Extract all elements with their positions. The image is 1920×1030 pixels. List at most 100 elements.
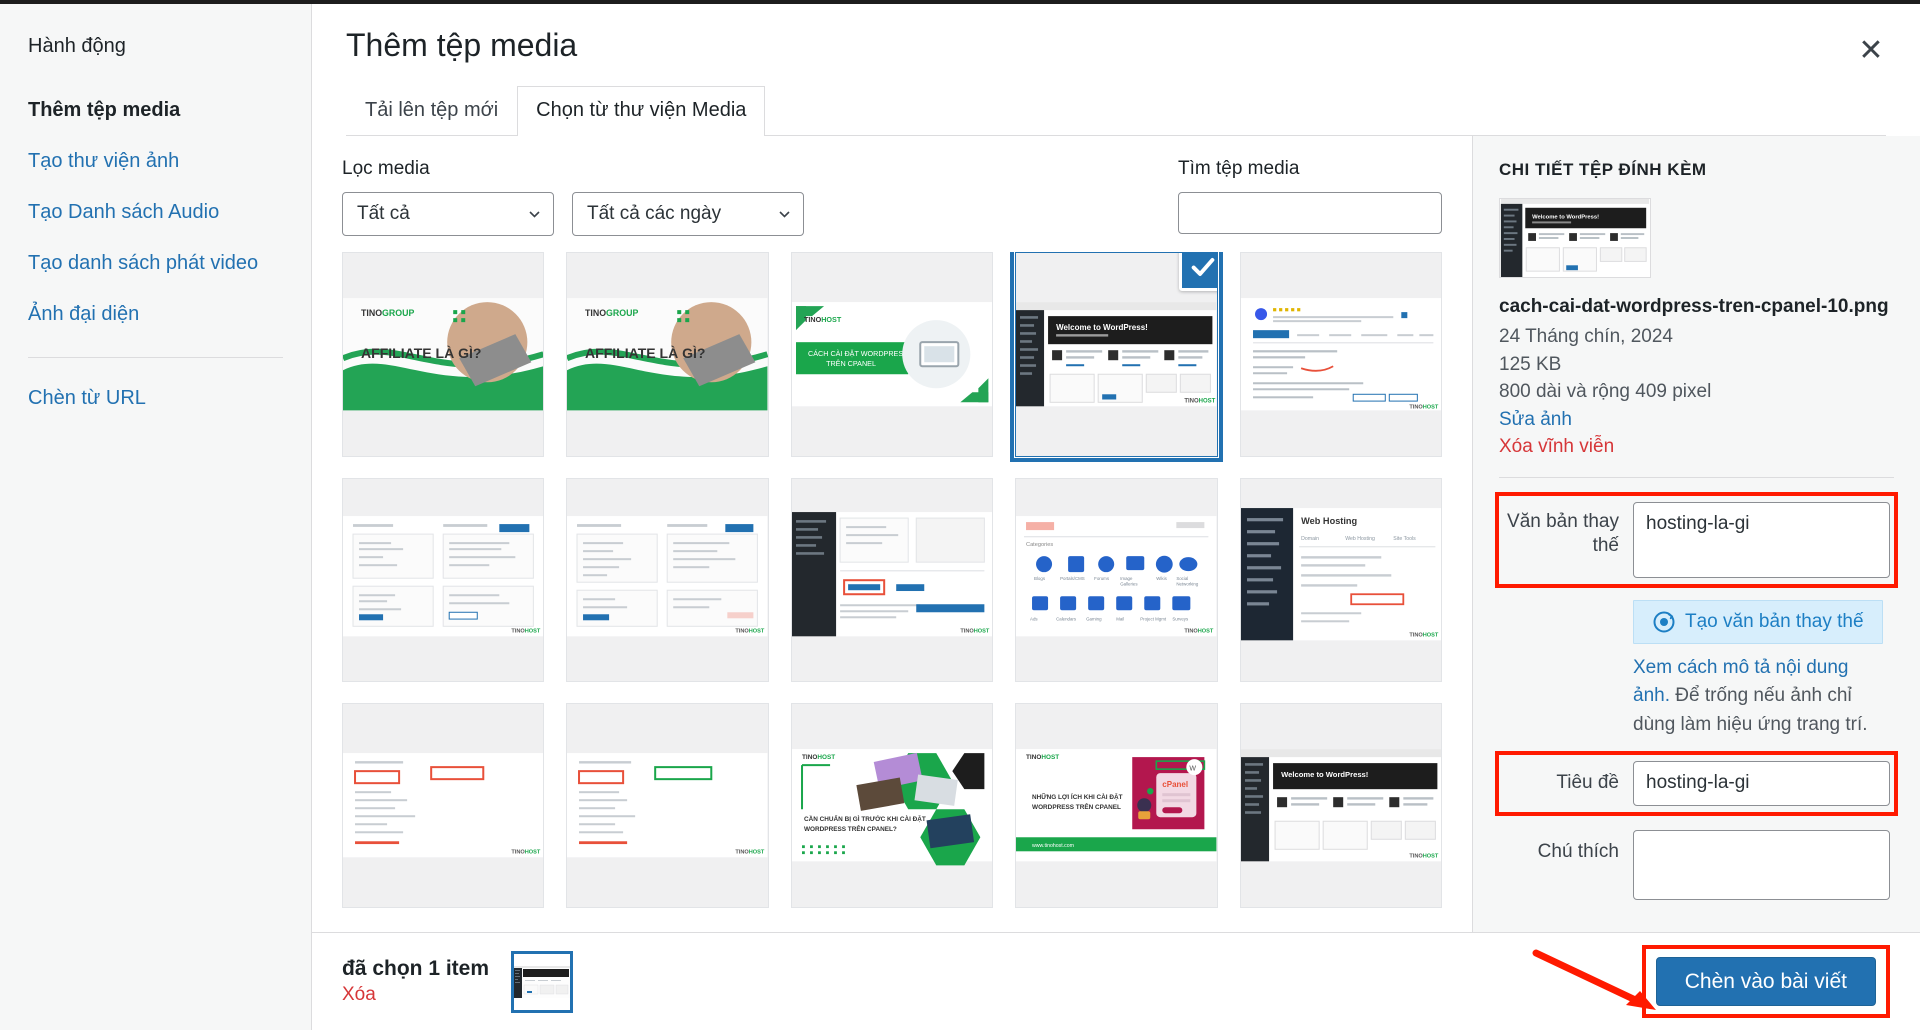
svg-text:Ads: Ads	[1030, 616, 1038, 621]
tab-chon-tu-thu-vien-media[interactable]: Chọn từ thư viện Media	[517, 86, 766, 137]
sidebar-item-anh-dai-dien[interactable]: Ảnh đại diện	[0, 292, 311, 343]
media-item[interactable]: TINOHOST	[342, 703, 545, 908]
filter-group: Lọc media Tất cả Tất cả các ngày	[342, 158, 804, 237]
generate-alt-text-button[interactable]: Tạo văn bản thay thế	[1633, 599, 1883, 644]
sidebar-item-tao-danh-sach-phat-video[interactable]: Tạo danh sách phát video	[0, 241, 311, 292]
cpanel-form-thumbnail: TINOHOST	[343, 479, 544, 681]
clear-selection-link[interactable]: Xóa	[342, 982, 489, 1009]
modal-header: Thêm tệp media ✕ Tải lên tệp mới Chọn từ…	[312, 4, 1920, 137]
media-browser: Lọc media Tất cả Tất cả các ngày Tìm tệp…	[312, 136, 1472, 932]
sidebar-item-chen-tu-url[interactable]: Chèn từ URL	[0, 376, 311, 427]
selection-count: đã chọn 1 item	[342, 956, 490, 980]
sidebar-item-label: Thêm tệp media	[28, 99, 181, 121]
wordpress-form-thumbnail: TINOHOST	[1240, 254, 1441, 455]
insert-button-highlight: Chèn vào bài viết	[1641, 944, 1890, 1019]
title-label: Tiêu đề	[1556, 772, 1619, 794]
media-item[interactable]: Web Hosting Domain Web Hosting Site Tools …	[1239, 477, 1442, 683]
search-input[interactable]	[1178, 192, 1442, 235]
svg-text:Blogs: Blogs	[1034, 576, 1046, 581]
svg-text:TINOHOST: TINOHOST	[736, 850, 766, 856]
page-title: Thêm tệp media	[346, 27, 578, 63]
alt-text-field-row: Văn bản thay thế	[1495, 491, 1898, 588]
sidebar-item-them-tep-media[interactable]: Thêm tệp media	[0, 88, 311, 139]
sidebar: Hành động Thêm tệp media Tạo thư viện ản…	[0, 4, 312, 1030]
sidebar-item-label: Tạo Danh sách Audio	[28, 201, 220, 223]
sidebar-divider	[28, 357, 283, 358]
svg-text:Welcome to WordPress!: Welcome to WordPress!	[1056, 324, 1148, 333]
affiliate-thumbnail: AFFILIATE LÀ GÌ? TINOGROUP	[343, 254, 544, 455]
svg-text:WORDPRESS TRÊN CPANEL?: WORDPRESS TRÊN CPANEL?	[804, 824, 897, 833]
attachment-preview[interactable]: Welcome to WordPress!	[1499, 198, 1651, 279]
media-item[interactable]: CÁCH CÀI ĐẶT WORDPRESS TRÊN CPANEL TINOH…	[790, 252, 994, 457]
media-item[interactable]: Welcome to WordPress! TINOHOST	[1239, 703, 1442, 908]
svg-text:TINOHOST: TINOHOST	[1409, 854, 1439, 860]
sidebar-heading: Hành động	[28, 35, 126, 57]
svg-text:Galleries: Galleries	[1120, 581, 1138, 586]
alt-text-label: Văn bản thay thế	[1507, 510, 1619, 557]
insert-into-post-button[interactable]: Chèn vào bài viết	[1655, 956, 1876, 1007]
webhosting-thumbnail: Web Hosting Domain Web Hosting Site Tools …	[1240, 479, 1441, 681]
sidebar-item-tao-danh-sach-audio[interactable]: Tạo Danh sách Audio	[0, 190, 311, 241]
attachment-date: 24 Tháng chín, 2024	[1499, 326, 1673, 348]
svg-text:Domain: Domain	[1301, 536, 1319, 542]
prepare-banner-thumbnail: CẦN CHUẨN BỊ GÌ TRƯỚC KHI CÀI ĐẶT WORDPR…	[791, 705, 993, 906]
media-item[interactable]: TINOHOST	[566, 703, 769, 908]
caption-label: Chú thích	[1537, 840, 1619, 862]
media-item[interactable]: AFFILIATE LÀ GÌ? TINOGROUP	[342, 252, 545, 457]
cpanel-banner-thumbnail: CÁCH CÀI ĐẶT WORDPRESS TRÊN CPANEL TINOH…	[791, 254, 993, 455]
media-item[interactable]: TINOHOST	[566, 477, 769, 683]
media-item[interactable]: AFFILIATE LÀ GÌ? TINOGROUP	[566, 252, 769, 457]
svg-text:W: W	[1190, 766, 1197, 773]
media-item-selected[interactable]: Welcome to WordPress! TINOHOST	[1010, 252, 1223, 462]
attachment-filename: cach-cai-dat-wordpress-tren-cpanel-10.pn…	[1499, 296, 1889, 318]
media-item[interactable]: Categories Blogs Portals/CMS Forums Image G…	[1015, 477, 1218, 683]
cpanel-list-thumbnail: TINOHOST	[567, 705, 768, 906]
svg-text:TINOGROUP: TINOGROUP	[585, 309, 638, 319]
modal-footer: đã chọn 1 item Xóa Chèn vào bài viết	[312, 932, 1920, 1030]
modal-content: Lọc media Tất cả Tất cả các ngày Tìm tệp…	[312, 136, 1920, 932]
svg-text:Web Hosting: Web Hosting	[1301, 516, 1357, 526]
svg-text:AFFILIATE LÀ GÌ?: AFFILIATE LÀ GÌ?	[585, 346, 705, 362]
svg-text:Calendars: Calendars	[1056, 616, 1077, 621]
svg-text:Welcome to WordPress!: Welcome to WordPress!	[1532, 215, 1599, 221]
svg-text:CÁCH CÀI ĐẶT WORDPRESS: CÁCH CÀI ĐẶT WORDPRESS	[808, 350, 908, 359]
svg-text:Gaming: Gaming	[1086, 616, 1102, 621]
edit-image-link[interactable]: Sửa ảnh	[1499, 406, 1894, 434]
affiliate-thumbnail: AFFILIATE LÀ GÌ? TINOGROUP	[567, 254, 768, 455]
attachment-dimensions: 800 dài và rộng 409 pixel	[1499, 381, 1712, 403]
delete-permanently-link[interactable]: Xóa vĩnh viễn	[1499, 433, 1894, 461]
cpanel-list-thumbnail: TINOHOST	[343, 705, 544, 906]
media-date-filter[interactable]: Tất cả các ngày	[572, 192, 804, 237]
selected-item-thumbnail[interactable]	[511, 950, 574, 1013]
svg-text:TINOHOST: TINOHOST	[1185, 399, 1216, 405]
ai-alt-spacer	[1503, 596, 1633, 604]
media-toolbar: Lọc media Tất cả Tất cả các ngày Tìm tệp…	[312, 136, 1472, 252]
media-item[interactable]: TINOHOST	[342, 477, 545, 683]
svg-text:TINOHOST: TINOHOST	[511, 850, 541, 856]
tab-tai-len-tep-moi[interactable]: Tải lên tệp mới	[346, 86, 517, 136]
chevron-down-icon	[529, 211, 540, 219]
close-icon[interactable]: ✕	[1850, 30, 1892, 72]
media-type-filter[interactable]: Tất cả	[342, 192, 554, 237]
chevron-down-icon	[779, 211, 790, 219]
svg-text:Wikis: Wikis	[1156, 576, 1167, 581]
media-item[interactable]: TINOHOST	[790, 477, 994, 683]
cpanel-icons-thumbnail: Categories Blogs Portals/CMS Forums ImageG…	[1016, 479, 1217, 681]
generate-alt-text-label: Tạo văn bản thay thế	[1685, 610, 1864, 632]
media-item[interactable]: CẦN CHUẨN BỊ GÌ TRƯỚC KHI CÀI ĐẶT WORDPR…	[790, 703, 994, 908]
caption-input[interactable]	[1633, 829, 1890, 900]
title-input[interactable]	[1633, 761, 1890, 806]
media-grid-scroll[interactable]: AFFILIATE LÀ GÌ? TINOGROUP AFFILIATE LÀ …	[312, 252, 1472, 932]
footer-actions: Chèn vào bài viết	[1532, 944, 1890, 1019]
sidebar-item-tao-thu-vien-anh[interactable]: Tạo thư viện ảnh	[0, 139, 311, 190]
media-item[interactable]: TINOHOST	[1239, 252, 1442, 457]
alt-text-input[interactable]	[1633, 501, 1890, 578]
alt-text-help: Xem cách mô tả nội dung ảnh. Để trống nế…	[1633, 654, 1890, 740]
svg-text:TINOHOST: TINOHOST	[802, 754, 835, 761]
media-item[interactable]: cPanel W NHỮNG LỢI ÍCH KHI CÀI ĐẶT WORDP…	[1015, 703, 1218, 908]
svg-text:Web Hosting: Web Hosting	[1345, 536, 1375, 542]
caption-field-row: Chú thích	[1499, 824, 1894, 906]
svg-text:Site Tools: Site Tools	[1393, 536, 1416, 542]
svg-text:Networking: Networking	[1177, 581, 1200, 586]
sidebar-item-label: Tạo danh sách phát video	[28, 252, 259, 274]
